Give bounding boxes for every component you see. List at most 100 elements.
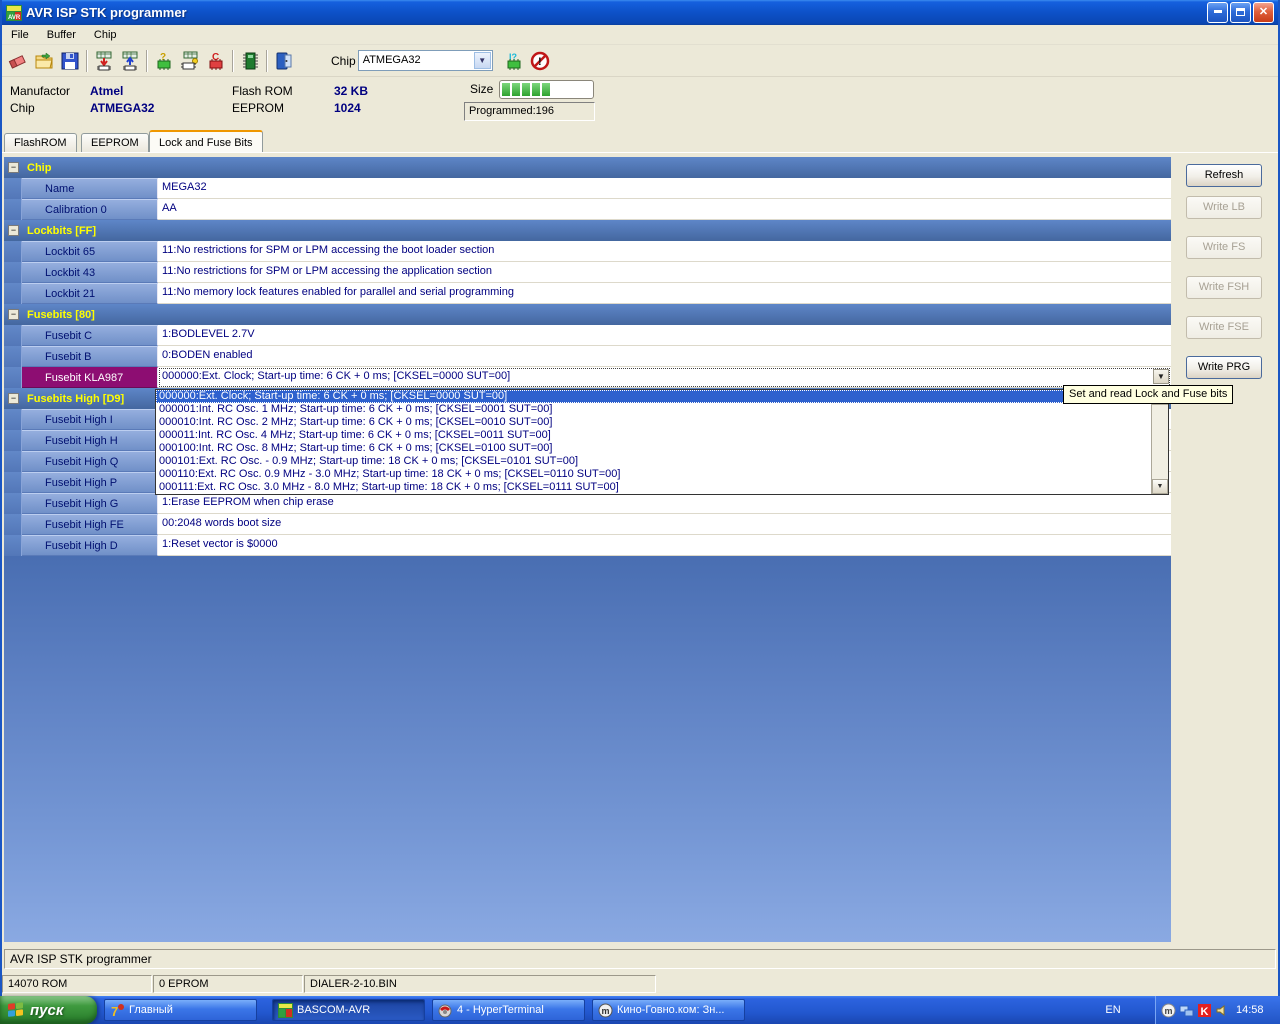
read-chip-icon (120, 51, 140, 71)
row-label[interactable]: Fusebit C (22, 325, 158, 346)
chip-label: Chip (10, 101, 35, 115)
scrollbar[interactable]: ▲ ▼ (1151, 390, 1168, 494)
dropdown-option[interactable]: 000111:Ext. RC Osc. 3.0 MHz - 8.0 MHz; S… (156, 481, 1151, 494)
restore-button[interactable] (1230, 2, 1251, 23)
erase-chip-icon: C (206, 51, 226, 71)
row-label[interactable]: Fusebit KLA987 (22, 367, 158, 388)
cancel-button[interactable]: ! (527, 48, 553, 74)
programmed-status: Programmed:196 (464, 102, 595, 121)
tab-flashrom[interactable]: FlashROM (4, 133, 77, 152)
write-prg-button[interactable]: Write PRG (1186, 356, 1262, 379)
bascom-avr-icon (278, 1003, 293, 1018)
chevron-down-icon[interactable]: ▼ (474, 52, 491, 69)
identify-chip-button[interactable]: I? (501, 48, 527, 74)
verify-chip-button[interactable]: ? (151, 48, 177, 74)
row-label[interactable]: Fusebit High P (22, 472, 158, 493)
svg-text:AVR: AVR (8, 15, 21, 21)
tab-lock-and-fuse-bits[interactable]: Lock and Fuse Bits (149, 130, 263, 152)
refresh-button[interactable]: Refresh (1186, 164, 1262, 187)
kaspersky-icon[interactable]: K (1197, 1003, 1212, 1018)
verify-chip-icon: ? (154, 51, 174, 71)
exit-door-icon (274, 51, 294, 71)
write-lb-button: Write LB (1186, 196, 1262, 219)
row-value[interactable]: 11:No memory lock features enabled for p… (158, 283, 1171, 304)
row-label[interactable]: Lockbit 43 (22, 262, 158, 283)
app-window: AVR AVR ISP STK programmer ✕ File Buffer… (0, 0, 1280, 996)
row-value[interactable]: 0:BODEN enabled (158, 346, 1171, 367)
row-value[interactable]: 00:2048 words boot size (158, 514, 1171, 535)
taskbar-item-hyperterminal[interactable]: 4 - HyperTerminal (432, 999, 585, 1021)
row-label[interactable]: Fusebit High I (22, 409, 158, 430)
read-chip-button[interactable] (117, 48, 143, 74)
row-value[interactable]: 11:No restrictions for SPM or LPM access… (158, 241, 1171, 262)
compare-chip-button[interactable] (177, 48, 203, 74)
menu-chip[interactable]: Chip (85, 27, 126, 43)
taskbar-item-kino[interactable]: m Кино-Говно.ком: Зн... (592, 999, 745, 1021)
dropdown-option[interactable]: 000001:Int. RC Osc. 1 MHz; Start-up time… (156, 403, 1151, 416)
menu-buffer[interactable]: Buffer (38, 27, 85, 43)
minimize-button[interactable] (1207, 2, 1228, 23)
dropdown-option[interactable]: 000010:Int. RC Osc. 2 MHz; Start-up time… (156, 416, 1151, 429)
row-value[interactable]: AA (158, 199, 1171, 220)
taskbar-item-glavny[interactable]: 7 Главный (104, 999, 257, 1021)
row-label[interactable]: Fusebit High Q (22, 451, 158, 472)
network-icon[interactable] (1179, 1003, 1194, 1018)
dropdown-option[interactable]: 000101:Ext. RC Osc. - 0.9 MHz; Start-up … (156, 455, 1151, 468)
status-filename: DIALER-2-10.BIN (304, 975, 656, 993)
row-value[interactable]: MEGA32 (158, 178, 1171, 199)
dropdown-option[interactable]: 000011:Int. RC Osc. 4 MHz; Start-up time… (156, 429, 1151, 442)
row-value[interactable]: 11:No restrictions for SPM or LPM access… (158, 262, 1171, 283)
dropdown-option[interactable]: 000100:Int. RC Osc. 8 MHz; Start-up time… (156, 442, 1151, 455)
language-indicator[interactable]: EN (1100, 996, 1126, 1024)
row-label[interactable]: Lockbit 65 (22, 241, 158, 262)
erase-chip-button[interactable]: C (203, 48, 229, 74)
row-label[interactable]: Lockbit 21 (22, 283, 158, 304)
row-label[interactable]: Fusebit High G (22, 493, 158, 514)
clock[interactable]: 14:58 (1236, 1004, 1264, 1016)
volume-icon[interactable] (1215, 1003, 1230, 1018)
row-label[interactable]: Calibration 0 (22, 199, 158, 220)
svg-text:K: K (1201, 1006, 1209, 1018)
chip-combobox[interactable]: ATMEGA32 ▼ (358, 50, 493, 71)
menu-bar: File Buffer Chip (2, 25, 1278, 45)
section-fusebits: − Fusebits [80] (4, 304, 1171, 325)
row-value[interactable]: 1:Reset vector is $0000 (158, 535, 1171, 556)
dropdown-option[interactable]: 000000:Ext. Clock; Start-up time: 6 CK +… (156, 390, 1151, 403)
fusebit-dropdown-list: 000000:Ext. Clock; Start-up time: 6 CK +… (155, 389, 1169, 495)
write-chip-button[interactable] (91, 48, 117, 74)
menu-file[interactable]: File (2, 27, 38, 43)
write-fs-button: Write FS (1186, 236, 1262, 259)
start-button[interactable]: пуск (0, 996, 97, 1024)
collapse-icon[interactable]: − (8, 309, 19, 320)
table-row: Fusebit High G 1:Erase EEPROM when chip … (4, 493, 1171, 514)
chevron-down-icon[interactable]: ▼ (1153, 369, 1169, 384)
row-label[interactable]: Fusebit High D (22, 535, 158, 556)
save-file-button[interactable] (57, 48, 83, 74)
tab-eeprom[interactable]: EEPROM (81, 133, 149, 152)
erase-buffer-button[interactable] (5, 48, 31, 74)
row-value[interactable]: 1:Erase EEPROM when chip erase (158, 493, 1171, 514)
write-fse-button: Write FSE (1186, 316, 1262, 339)
exit-button[interactable] (271, 48, 297, 74)
chip-combo-label: Chip (331, 54, 356, 68)
row-label[interactable]: Fusebit B (22, 346, 158, 367)
taskbar-item-bascom-avr[interactable]: BASCOM-AVR (272, 999, 425, 1021)
row-label[interactable]: Fusebit High FE (22, 514, 158, 535)
status-message: AVR ISP STK programmer (4, 949, 1276, 969)
collapse-icon[interactable]: − (8, 162, 19, 173)
m-agent-icon[interactable]: m (1161, 1003, 1176, 1018)
dropdown-option[interactable]: 000110:Ext. RC Osc. 0.9 MHz - 3.0 MHz; S… (156, 468, 1151, 481)
collapse-icon[interactable]: − (8, 393, 19, 404)
floppy-save-icon (60, 51, 80, 71)
svg-text:!: ! (538, 56, 542, 68)
row-label[interactable]: Name (22, 178, 158, 199)
row-label[interactable]: Fusebit High H (22, 430, 158, 451)
open-file-button[interactable] (31, 48, 57, 74)
row-value[interactable]: 1:BODLEVEL 2.7V (158, 325, 1171, 346)
scroll-down-icon[interactable]: ▼ (1152, 479, 1168, 494)
buffer-button[interactable] (237, 48, 263, 74)
close-button[interactable]: ✕ (1253, 2, 1274, 23)
table-row: Lockbit 65 11:No restrictions for SPM or… (4, 241, 1171, 262)
collapse-icon[interactable]: − (8, 225, 19, 236)
fusebit-combobox[interactable]: 000000:Ext. Clock; Start-up time: 6 CK +… (158, 367, 1171, 388)
